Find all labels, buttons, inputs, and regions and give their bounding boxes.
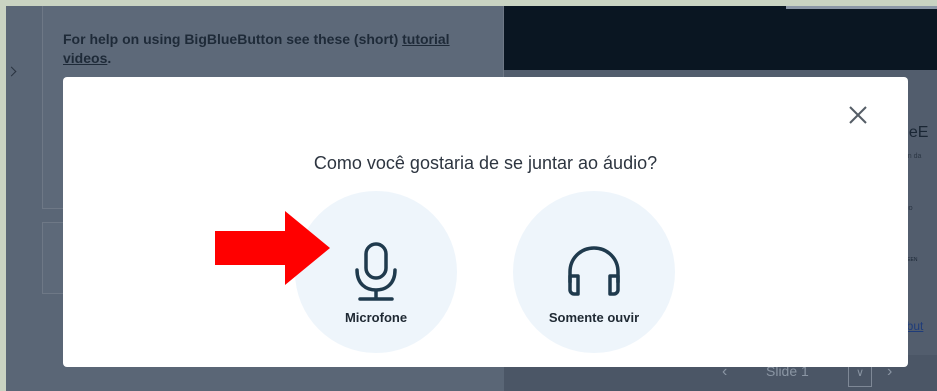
microphone-label: Microfone [344, 310, 408, 325]
help-text: For help on using BigBlueButton see thes… [63, 30, 463, 68]
presentation-header [504, 6, 937, 70]
screen: For help on using BigBlueButton see thes… [6, 6, 937, 391]
listen-only-option[interactable]: Somente ouvir [504, 191, 684, 353]
modal-title: Como você gostaria de se juntar ao áudio… [313, 153, 658, 173]
header-bar [786, 6, 937, 9]
listen-only-label: Somente ouvir [548, 310, 640, 325]
close-icon [849, 106, 867, 124]
annotation-arrow-icon [215, 211, 330, 285]
headphones-icon [568, 246, 620, 296]
join-audio-modal: Como você gostaria de se juntar ao áudio… [63, 77, 908, 367]
listen-only-button[interactable] [513, 191, 675, 353]
microphone-icon [355, 242, 397, 301]
close-modal-button[interactable] [846, 103, 870, 127]
chevron-right-icon [6, 66, 17, 77]
help-text-suffix: . [107, 50, 112, 66]
help-text-prefix: For help on using BigBlueButton see thes… [63, 31, 403, 47]
